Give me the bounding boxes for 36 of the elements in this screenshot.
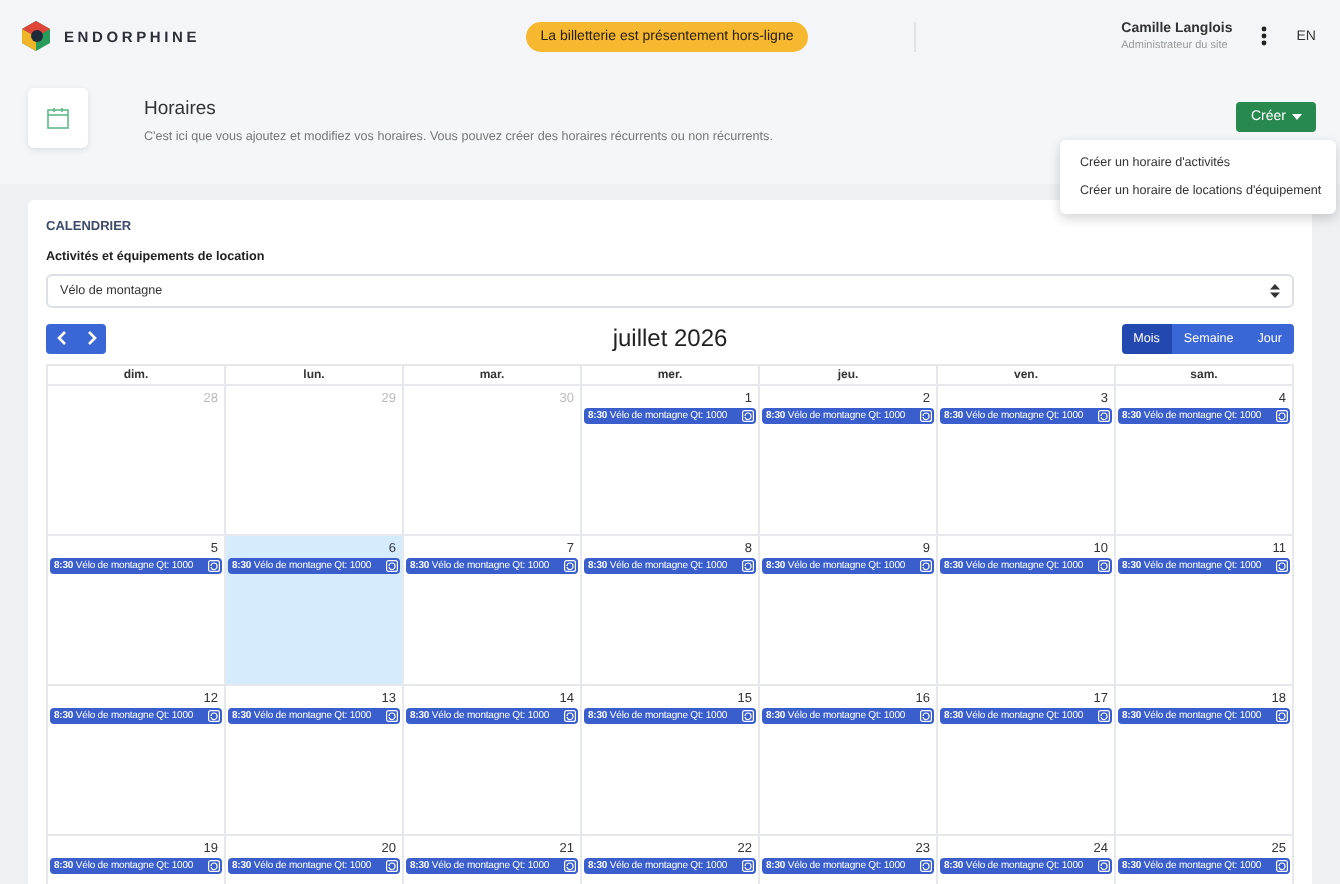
sort-arrows-icon	[1270, 284, 1280, 298]
page-title: Horaires	[144, 98, 218, 120]
repeat-icon	[1276, 860, 1288, 872]
repeat-icon	[1276, 560, 1288, 572]
repeat-icon	[1276, 410, 1288, 422]
logo-icon	[20, 20, 52, 52]
repeat-icon	[742, 560, 754, 572]
repeat-icon	[208, 560, 220, 572]
caret-icon	[1292, 114, 1302, 120]
repeat-icon	[208, 710, 220, 722]
repeat-icon	[386, 710, 398, 722]
repeat-icon	[920, 410, 932, 422]
repeat-icon	[564, 860, 576, 872]
repeat-icon	[742, 710, 754, 722]
chevron-left-icon	[55, 330, 67, 346]
calendar-icon	[46, 106, 70, 130]
previous-button[interactable]	[46, 323, 76, 353]
repeat-icon	[742, 410, 754, 422]
repeat-icon	[1098, 710, 1110, 722]
repeat-icon	[564, 560, 576, 572]
repeat-icon	[386, 560, 398, 572]
repeat-icon	[1098, 410, 1110, 422]
month-title: juillet 2026	[612, 324, 728, 352]
repeat-icon	[920, 560, 932, 572]
chevron-right-icon	[85, 330, 97, 346]
repeat-icon	[1098, 560, 1110, 572]
repeat-icon	[1276, 710, 1288, 722]
repeat-icon	[386, 860, 398, 872]
repeat-icon	[742, 860, 754, 872]
repeat-icon	[564, 710, 576, 722]
next-button[interactable]	[76, 323, 106, 353]
repeat-icon	[208, 860, 220, 872]
repeat-icon	[920, 860, 932, 872]
repeat-icon	[920, 710, 932, 722]
more-icon[interactable]	[1260, 26, 1269, 46]
repeat-icon	[1098, 860, 1110, 872]
